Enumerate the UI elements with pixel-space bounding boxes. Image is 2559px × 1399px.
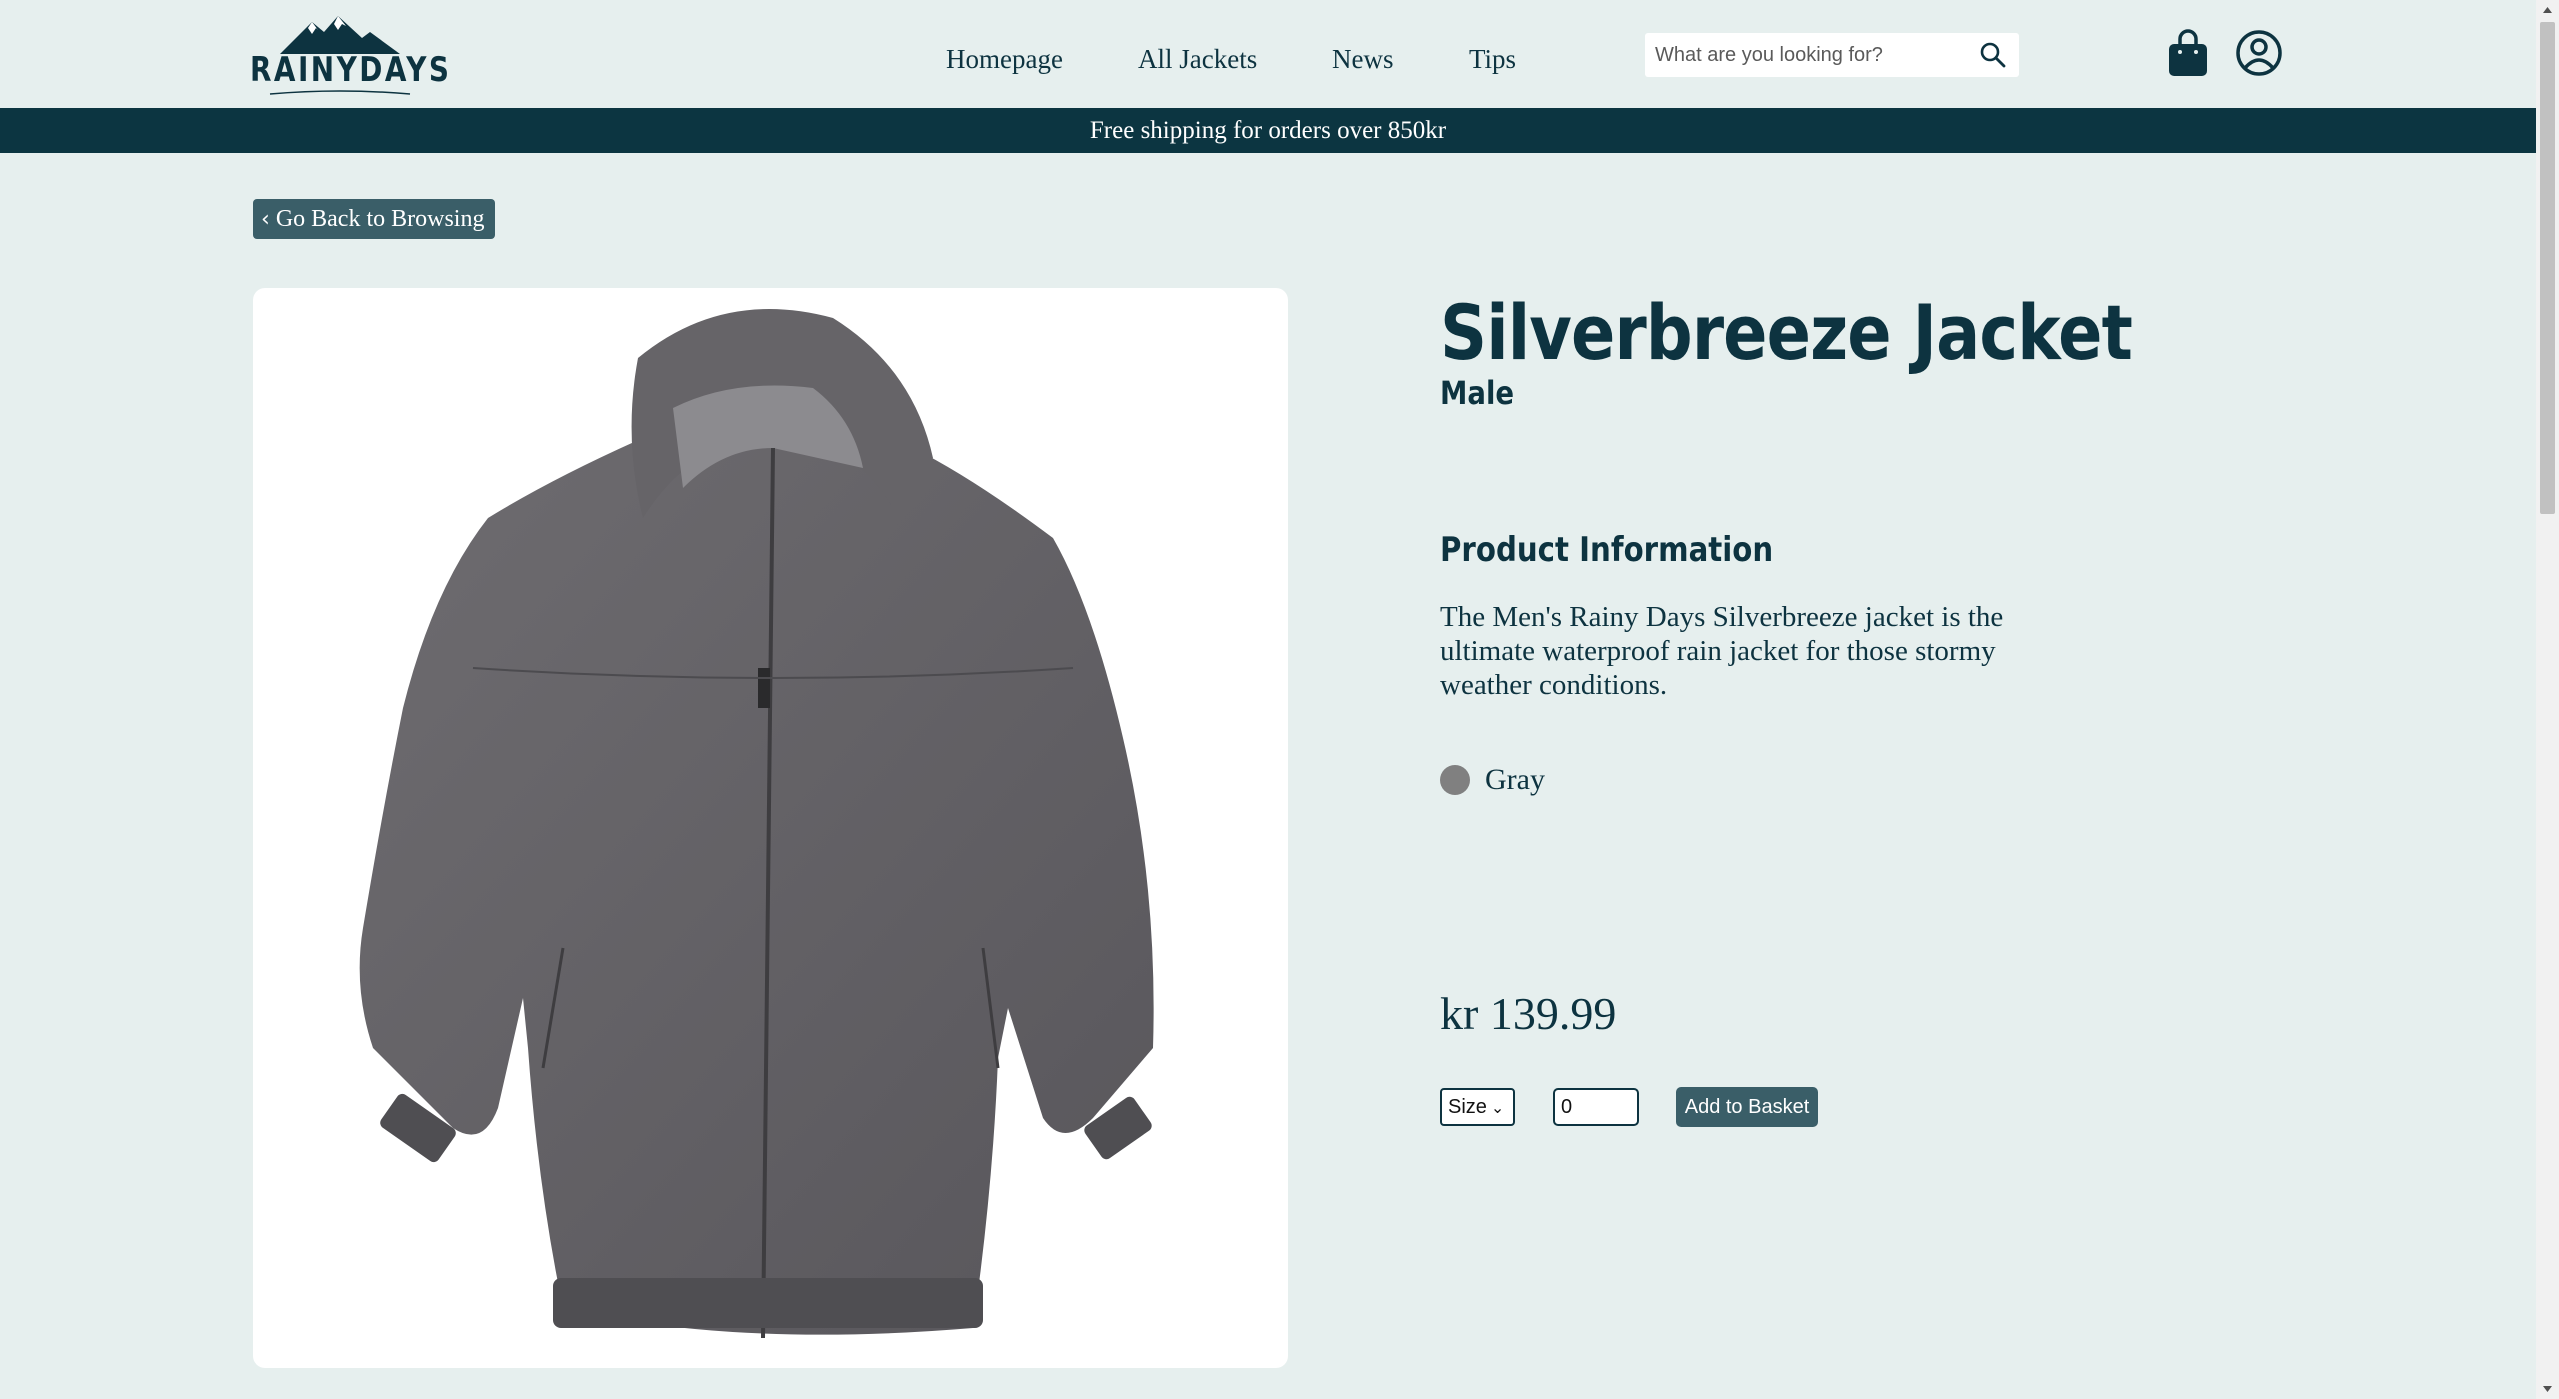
logo-swoosh-icon	[269, 90, 411, 95]
scroll-up-arrow-icon[interactable]	[2536, 0, 2559, 20]
nav-homepage[interactable]: Homepage	[946, 44, 1063, 75]
site-header: RAINYDAYS Homepage All Jackets News Tips	[0, 0, 2536, 108]
product-gender: Male	[1440, 374, 1515, 412]
add-to-basket-button[interactable]: Add to Basket	[1676, 1087, 1818, 1127]
jacket-image-icon	[359, 309, 1154, 1339]
product-info-heading: Product Information	[1440, 530, 1774, 570]
mountain-logo-icon	[280, 16, 400, 54]
scrollbar-thumb[interactable]	[2540, 22, 2555, 514]
nav-news[interactable]: News	[1332, 44, 1394, 75]
go-back-label: Go Back to Browsing	[275, 205, 485, 232]
color-swatch[interactable]	[1440, 765, 1470, 795]
search-box	[1645, 33, 2019, 77]
shipping-banner: Free shipping for orders over 850kr	[0, 108, 2536, 153]
product-price: kr 139.99	[1440, 988, 1617, 1039]
rainydays-logo[interactable]: RAINYDAYS	[250, 14, 452, 95]
shopping-bag-icon[interactable]	[2166, 28, 2210, 78]
search-icon[interactable]	[1979, 41, 2007, 69]
scrollbar[interactable]	[2536, 0, 2559, 1399]
product-description: The Men's Rainy Days Silverbreeze jacket…	[1440, 601, 2004, 701]
product-image	[253, 288, 1288, 1368]
chevron-down-icon: ⌄	[1490, 1097, 1505, 1117]
chevron-left-icon: ‹	[261, 206, 270, 232]
size-select[interactable]: Size ⌄	[1440, 1088, 1515, 1126]
search-input[interactable]	[1655, 33, 1975, 77]
go-back-button[interactable]: ‹ Go Back to Browsing	[253, 199, 495, 239]
size-select-value: Size	[1448, 1095, 1487, 1118]
quantity-input[interactable]	[1553, 1088, 1639, 1126]
product-title: Silverbreeze Jacket	[1440, 288, 2133, 377]
scroll-down-arrow-icon[interactable]	[2536, 1379, 2559, 1399]
logo-text: RAINYDAYS	[250, 50, 452, 90]
user-circle-icon[interactable]	[2234, 28, 2284, 78]
nav-all-jackets[interactable]: All Jackets	[1138, 44, 1257, 75]
color-label: Gray	[1485, 763, 1545, 796]
nav-tips[interactable]: Tips	[1469, 44, 1516, 75]
